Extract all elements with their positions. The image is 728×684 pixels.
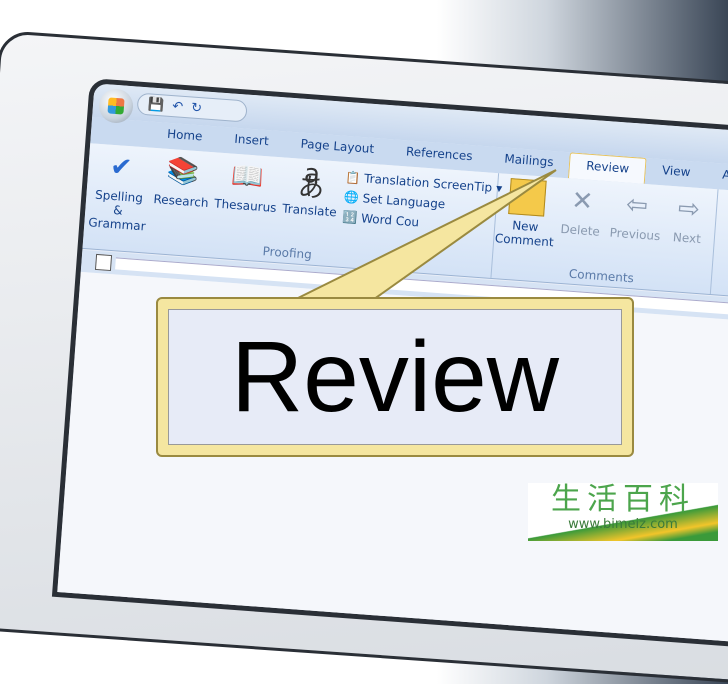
watermark-logo: 生活百科 www.bimeiz.com	[528, 483, 718, 541]
callout-text: Review	[168, 309, 622, 445]
watermark-chinese: 生活百科	[551, 482, 695, 517]
callout-box: Review	[156, 297, 634, 457]
watermark-url: www.bimeiz.com	[568, 517, 678, 532]
callout-pointer	[289, 169, 557, 303]
